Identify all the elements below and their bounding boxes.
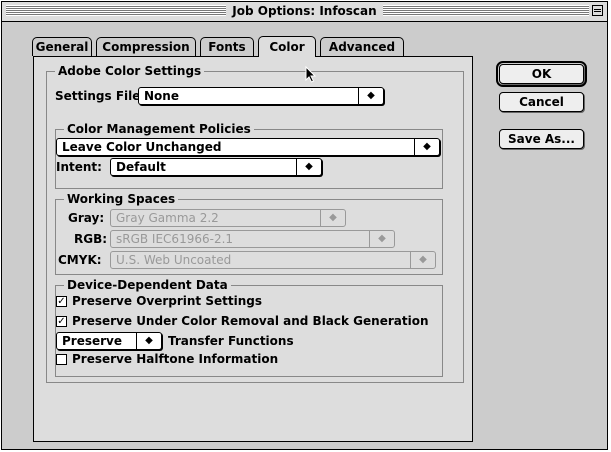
tab-fonts[interactable]: Fonts — [200, 37, 254, 56]
rgb-value: sRGB IEC61966-2.1 — [116, 232, 234, 246]
color-management-policies-title: Color Management Policies — [64, 122, 254, 136]
zoom-box-icon[interactable] — [592, 5, 603, 16]
popup-arrows-icon: ◆ — [414, 139, 439, 155]
popup-arrows-icon: ◆ — [358, 88, 383, 104]
check-icon: ✓ — [57, 296, 66, 307]
popup-arrows-icon: ◆ — [320, 210, 345, 226]
window-title: Job Options: Infoscan — [2, 4, 607, 18]
title-bar[interactable]: Job Options: Infoscan — [2, 2, 607, 22]
ucr-checkbox[interactable]: ✓ — [56, 316, 67, 327]
gray-value: Gray Gamma 2.2 — [116, 211, 219, 225]
color-tab-panel: Adobe Color Settings Settings File: None… — [33, 56, 473, 442]
settings-file-popup[interactable]: None ◆ — [138, 87, 384, 105]
popup-arrows-icon: ◆ — [136, 333, 161, 349]
check-icon: ✓ — [57, 316, 66, 327]
intent-popup[interactable]: Default ◆ — [110, 158, 322, 176]
adobe-color-settings-group: Adobe Color Settings Settings File: None… — [46, 64, 464, 383]
color-management-policies-group: Color Management Policies Leave Color Un… — [55, 122, 443, 189]
settings-file-value: None — [144, 89, 179, 103]
gray-label: Gray: — [68, 211, 105, 225]
intent-label: Intent: — [56, 160, 102, 174]
device-dependent-data-title: Device-Dependent Data — [64, 278, 231, 292]
policy-value: Leave Color Unchanged — [62, 140, 222, 154]
cmyk-working-space-popup[interactable]: U.S. Web Uncoated ◆ — [110, 251, 436, 269]
rgb-label: RGB: — [74, 232, 108, 246]
intent-value: Default — [116, 160, 166, 174]
ok-button[interactable]: OK — [496, 61, 587, 87]
overprint-checkbox[interactable]: ✓ — [56, 296, 67, 307]
cancel-button[interactable]: Cancel — [499, 92, 584, 112]
adobe-color-settings-title: Adobe Color Settings — [55, 64, 205, 78]
overprint-label[interactable]: Preserve Overprint Settings — [72, 294, 262, 308]
working-spaces-title: Working Spaces — [64, 192, 179, 206]
mouse-pointer-icon — [305, 66, 317, 83]
tab-general[interactable]: General — [32, 37, 92, 56]
tab-compression[interactable]: Compression — [96, 37, 196, 56]
cmyk-value: U.S. Web Uncoated — [116, 253, 232, 267]
tab-color[interactable]: Color — [258, 36, 316, 57]
settings-file-label: Settings File: — [55, 89, 146, 103]
transfer-functions-label: Transfer Functions — [168, 334, 294, 348]
halftone-checkbox[interactable] — [56, 354, 67, 365]
popup-arrows-icon: ◆ — [296, 159, 321, 175]
popup-arrows-icon: ◆ — [410, 252, 435, 268]
working-spaces-group: Working Spaces Gray: Gray Gamma 2.2 ◆ RG… — [55, 192, 443, 275]
halftone-label[interactable]: Preserve Halftone Information — [72, 352, 278, 366]
policy-popup[interactable]: Leave Color Unchanged ◆ — [56, 138, 440, 156]
gray-working-space-popup[interactable]: Gray Gamma 2.2 ◆ — [110, 209, 346, 227]
transfer-value: Preserve — [62, 334, 123, 348]
tab-advanced[interactable]: Advanced — [320, 37, 404, 56]
device-dependent-data-group: Device-Dependent Data ✓ Preserve Overpri… — [55, 278, 443, 377]
popup-arrows-icon: ◆ — [369, 231, 394, 247]
save-as-button[interactable]: Save As... — [499, 129, 584, 149]
ucr-label[interactable]: Preserve Under Color Removal and Black G… — [72, 314, 429, 328]
cmyk-label: CMYK: — [58, 253, 102, 267]
rgb-working-space-popup[interactable]: sRGB IEC61966-2.1 ◆ — [110, 230, 395, 248]
transfer-functions-popup[interactable]: Preserve ◆ — [56, 332, 162, 350]
